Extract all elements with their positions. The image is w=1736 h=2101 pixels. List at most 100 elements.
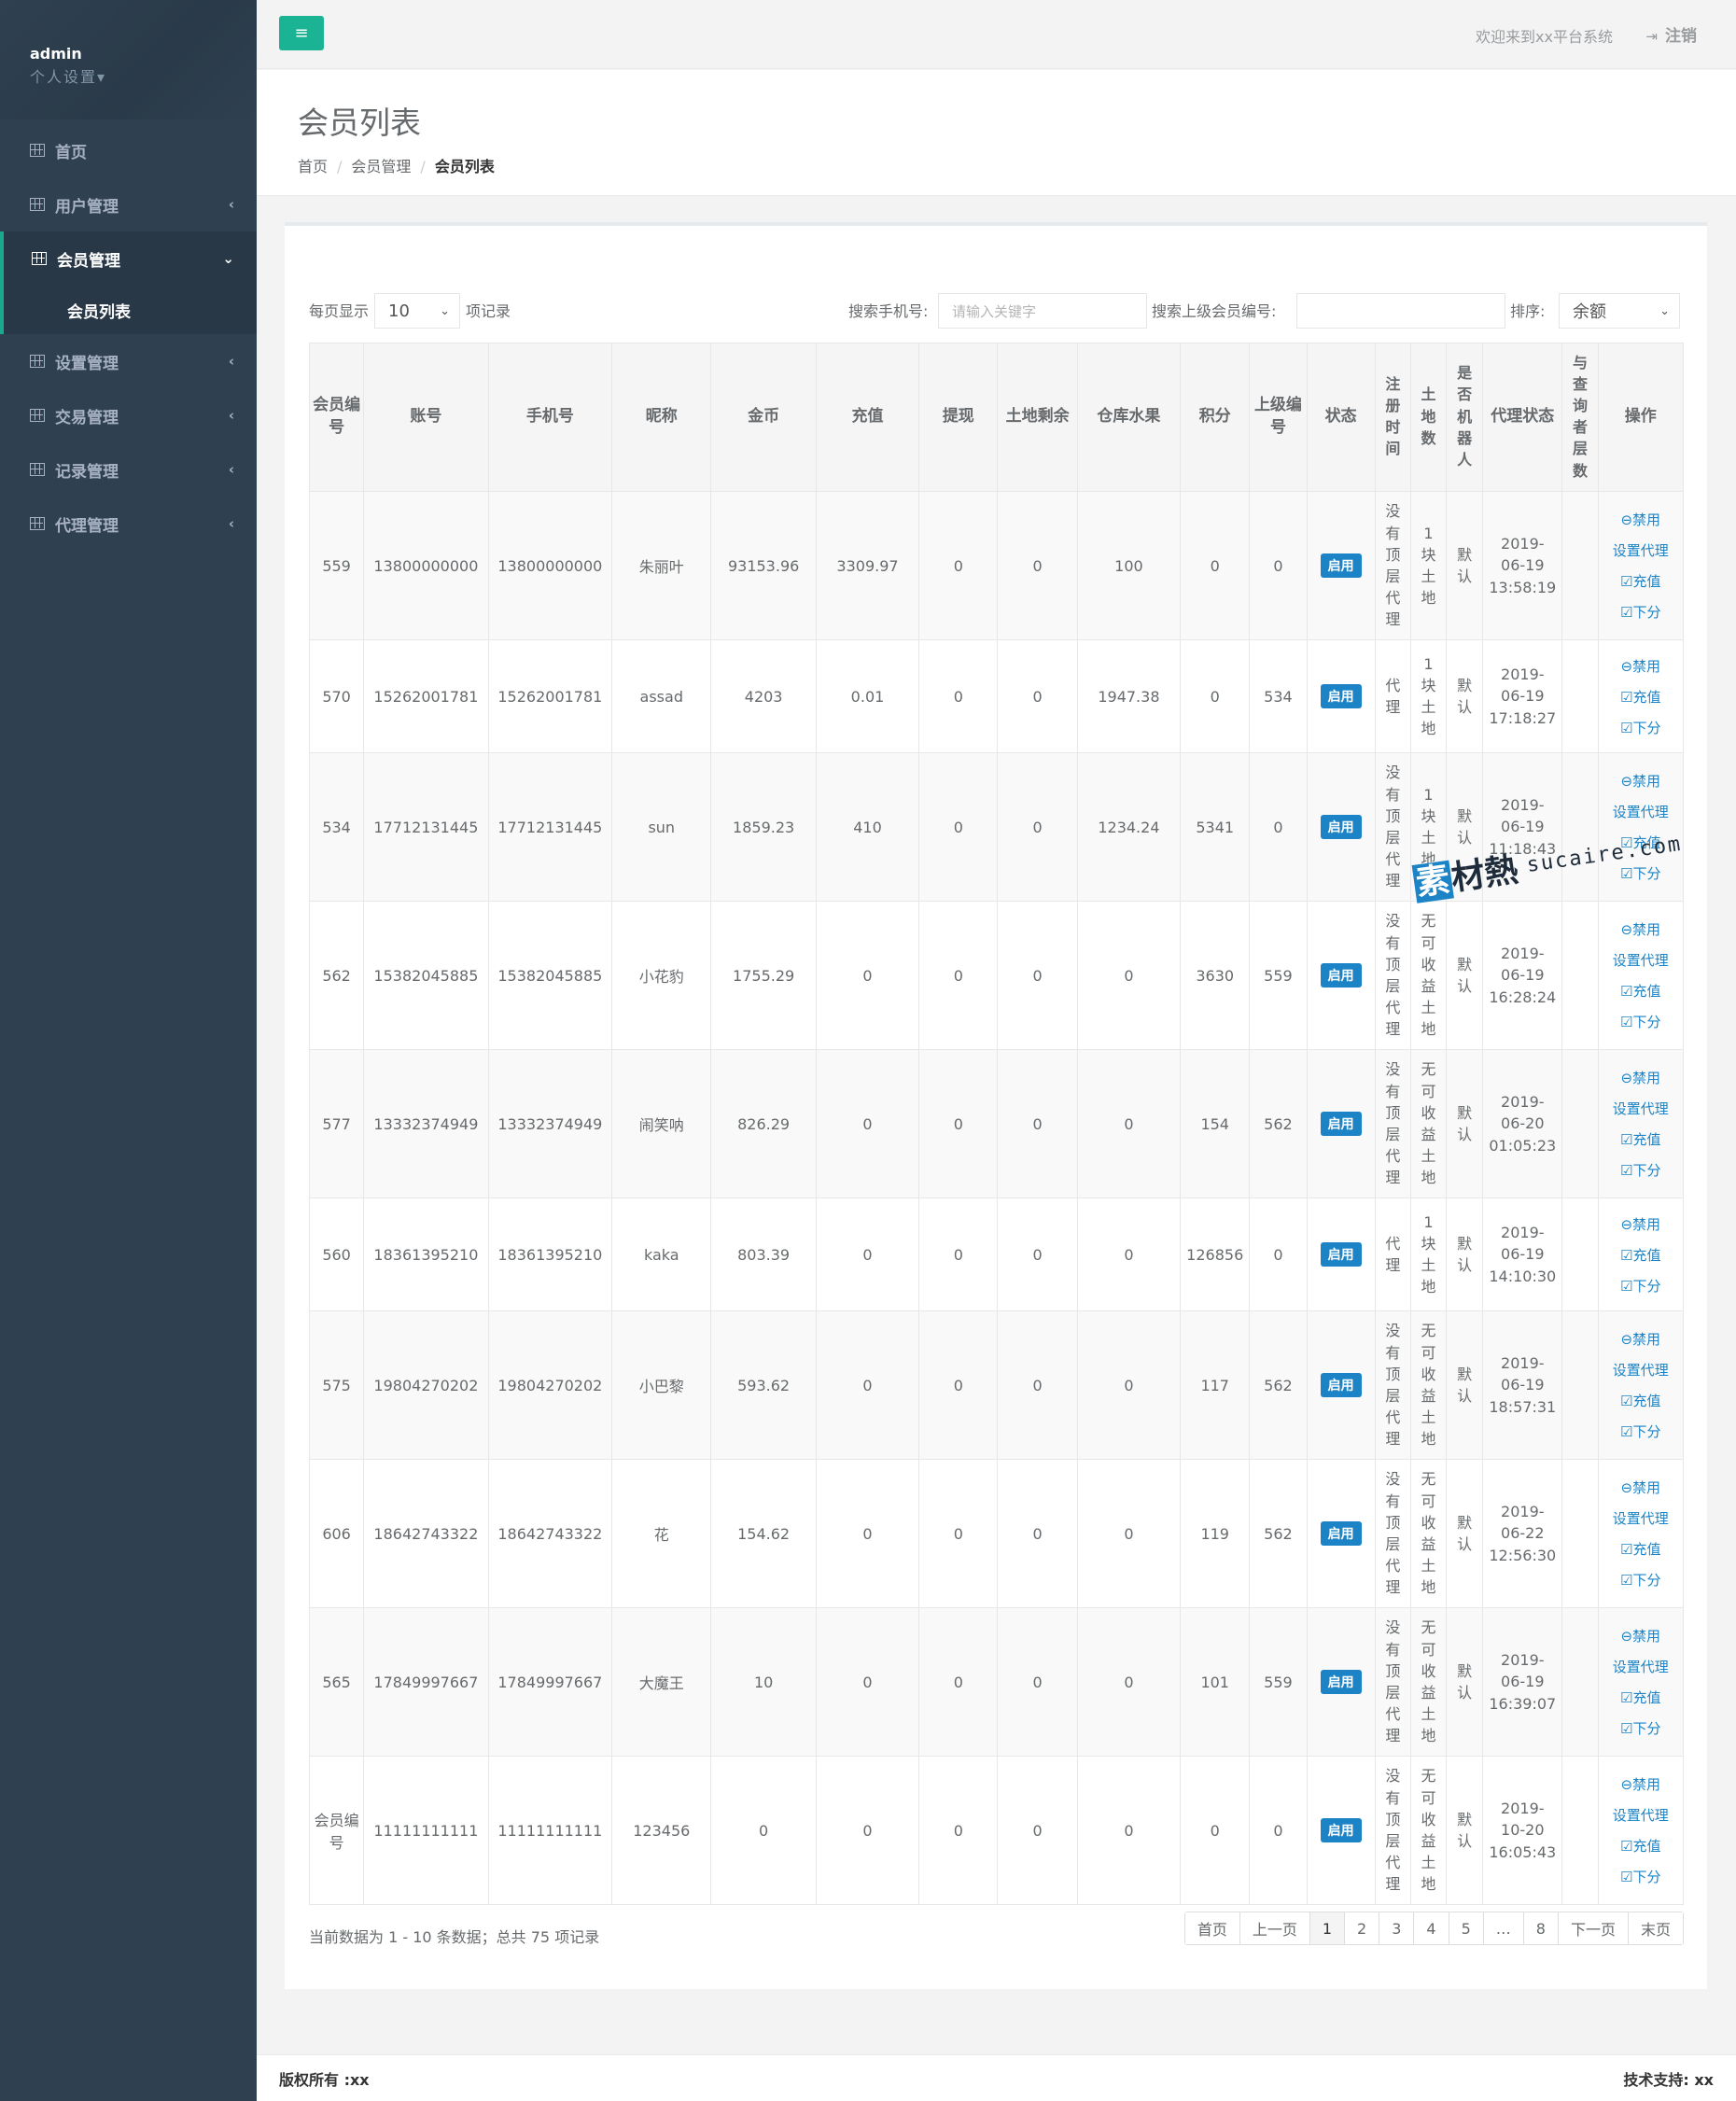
- cell-account: 15262001781: [363, 639, 489, 753]
- set-agent-link[interactable]: 设置代理: [1613, 1657, 1669, 1676]
- recharge-link[interactable]: ☑充值: [1620, 1688, 1660, 1707]
- sidebar-item-agent-mgmt[interactable]: 代理管理 ‹: [0, 497, 257, 551]
- disable-link[interactable]: ⊖禁用: [1620, 510, 1660, 529]
- menu-toggle-button[interactable]: ≡: [279, 16, 324, 50]
- disable-link[interactable]: ⊖禁用: [1620, 1214, 1660, 1234]
- set-agent-link[interactable]: 设置代理: [1613, 950, 1669, 970]
- disable-link[interactable]: ⊖禁用: [1620, 1626, 1660, 1646]
- status-badge[interactable]: 启用: [1320, 963, 1362, 987]
- search-parent-input[interactable]: [1296, 293, 1505, 329]
- sidebar-item-trade-mgmt[interactable]: 交易管理 ‹: [0, 388, 257, 442]
- page-button[interactable]: 2: [1344, 1912, 1379, 1944]
- sidebar-item-settings-mgmt[interactable]: 设置管理 ‹: [0, 334, 257, 388]
- deduct-link[interactable]: ☑下分: [1620, 1276, 1660, 1296]
- disable-link[interactable]: ⊖禁用: [1620, 771, 1660, 791]
- deduct-link[interactable]: ☑下分: [1620, 602, 1660, 622]
- status-badge[interactable]: 启用: [1320, 1242, 1362, 1267]
- chevron-down-icon: ⌄: [1659, 303, 1670, 318]
- breadcrumb-home[interactable]: 首页: [298, 158, 328, 175]
- recharge-link[interactable]: ☑充值: [1620, 571, 1660, 591]
- recharge-link[interactable]: ☑充值: [1620, 1539, 1660, 1559]
- recharge-link[interactable]: ☑充值: [1620, 1391, 1660, 1410]
- disable-link[interactable]: ⊖禁用: [1620, 656, 1660, 676]
- recharge-link[interactable]: ☑充值: [1620, 1129, 1660, 1149]
- cell-withdraw: 0: [918, 1607, 999, 1757]
- cell-withdraw: 0: [918, 639, 999, 753]
- status-badge[interactable]: 启用: [1320, 684, 1362, 708]
- page-button[interactable]: 5: [1448, 1912, 1483, 1944]
- set-agent-link[interactable]: 设置代理: [1613, 1805, 1669, 1825]
- cell-status: 启用: [1306, 1756, 1376, 1905]
- page-button[interactable]: 1: [1309, 1912, 1345, 1944]
- page-button[interactable]: 4: [1413, 1912, 1449, 1944]
- cell-gold: 593.62: [710, 1310, 817, 1460]
- cell-land: 无可收益土地: [1409, 1049, 1448, 1198]
- deduct-link[interactable]: ☑下分: [1620, 1012, 1660, 1031]
- table-row: 560 18361395210 18361395210 kaka 803.39 0 0 0 0 1…: [308, 1198, 1685, 1311]
- cell-phone: 17849997667: [487, 1607, 613, 1757]
- recharge-link[interactable]: ☑充值: [1620, 1245, 1660, 1265]
- deduct-link[interactable]: ☑下分: [1620, 1570, 1660, 1590]
- cell-layer: [1561, 1198, 1599, 1311]
- sidebar-item-records-mgmt[interactable]: 记录管理 ‹: [0, 442, 257, 497]
- sort-select[interactable]: 余额 ⌄: [1559, 293, 1680, 329]
- cell-time: 2019- 10-20 16:05:43: [1482, 1756, 1563, 1905]
- set-agent-link[interactable]: 设置代理: [1613, 1508, 1669, 1528]
- page-button[interactable]: 下一页: [1557, 1912, 1628, 1944]
- per-page-select[interactable]: 10 ⌄: [374, 293, 460, 329]
- status-badge[interactable]: 启用: [1320, 1818, 1362, 1842]
- disable-link[interactable]: ⊖禁用: [1620, 919, 1660, 939]
- page-button[interactable]: 3: [1379, 1912, 1414, 1944]
- cell-points: 0: [1180, 1756, 1251, 1905]
- sidebar-item-member-list[interactable]: 会员列表: [0, 286, 257, 334]
- sidebar: admin 个人设置▾ 首页 用户管理 ‹ 会员管理 ⌄ 会员列表 设置管理 ‹ 交易管理 ‹ 记录…: [0, 0, 257, 2101]
- disable-link[interactable]: ⊖禁用: [1620, 1478, 1660, 1497]
- cell-status: 启用: [1306, 752, 1376, 902]
- deduct-link[interactable]: ☑下分: [1620, 1867, 1660, 1886]
- user-settings-dropdown[interactable]: 个人设置▾: [30, 64, 257, 87]
- recharge-link[interactable]: ☑充值: [1620, 981, 1660, 1001]
- status-badge[interactable]: 启用: [1320, 815, 1362, 839]
- status-badge[interactable]: 启用: [1320, 1670, 1362, 1694]
- cell-status: 启用: [1306, 1607, 1376, 1757]
- table-icon: [30, 355, 45, 368]
- cell-parent: 0: [1249, 1756, 1308, 1905]
- deduct-link[interactable]: ☑下分: [1620, 1160, 1660, 1180]
- breadcrumb-member-mgmt[interactable]: 会员管理: [351, 158, 411, 175]
- cell-actions: ⊖禁用 ☑充值 ☑下分: [1597, 1198, 1685, 1311]
- sidebar-item-home[interactable]: 首页: [0, 123, 257, 177]
- cell-parent: 562: [1249, 1459, 1308, 1608]
- set-agent-link[interactable]: 设置代理: [1613, 802, 1669, 821]
- logout-link[interactable]: ⇥ 注销: [1645, 22, 1697, 46]
- deduct-link[interactable]: ☑下分: [1620, 718, 1660, 737]
- disable-link[interactable]: ⊖禁用: [1620, 1329, 1660, 1349]
- disable-link[interactable]: ⊖禁用: [1620, 1774, 1660, 1794]
- set-agent-link[interactable]: 设置代理: [1613, 1099, 1669, 1118]
- page-button[interactable]: 上一页: [1239, 1912, 1309, 1944]
- disable-link[interactable]: ⊖禁用: [1620, 1068, 1660, 1087]
- cell-robot: 默认: [1446, 1459, 1484, 1608]
- set-agent-link[interactable]: 设置代理: [1613, 1360, 1669, 1380]
- recharge-link[interactable]: ☑充值: [1620, 687, 1660, 707]
- recharge-link[interactable]: ☑充值: [1620, 1836, 1660, 1856]
- status-badge[interactable]: 启用: [1320, 1112, 1362, 1136]
- cell-actions: ⊖禁用设置代理 ☑充值 ☑下分: [1597, 1607, 1685, 1757]
- search-phone-input[interactable]: 请输入关键字: [938, 293, 1147, 329]
- page-button[interactable]: 首页: [1184, 1912, 1239, 1944]
- cell-time: 2019- 06-19 16:28:24: [1482, 901, 1563, 1050]
- deduct-link[interactable]: ☑下分: [1620, 1718, 1660, 1738]
- deduct-link[interactable]: ☑下分: [1620, 1422, 1660, 1441]
- status-badge[interactable]: 启用: [1320, 1521, 1362, 1546]
- sidebar-item-user-mgmt[interactable]: 用户管理 ‹: [0, 177, 257, 231]
- sort-label: 排序:: [1510, 302, 1546, 320]
- status-badge[interactable]: 启用: [1320, 1373, 1362, 1397]
- set-agent-link[interactable]: 设置代理: [1613, 540, 1669, 560]
- status-badge[interactable]: 启用: [1320, 553, 1362, 578]
- cell-status: 启用: [1306, 1310, 1376, 1460]
- cell-time: 2019- 06-19 18:57:31: [1482, 1310, 1563, 1460]
- page-button[interactable]: 8: [1522, 1912, 1558, 1944]
- table-row: 会员编号 11111111111 11111111111 123456 0 0 0 0 0 0 0 启…: [308, 1756, 1685, 1905]
- sidebar-item-member-mgmt[interactable]: 会员管理 ⌄: [0, 231, 257, 286]
- page-button[interactable]: 末页: [1627, 1912, 1683, 1944]
- cell-id: 559: [308, 491, 365, 640]
